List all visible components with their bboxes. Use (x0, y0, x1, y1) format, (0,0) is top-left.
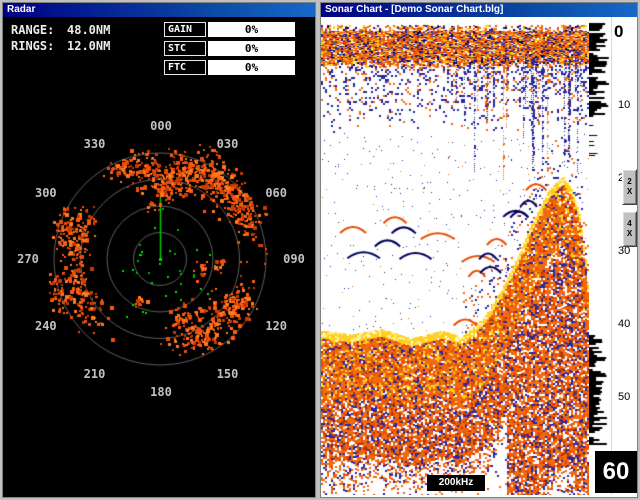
sonar-waterfall[interactable] (321, 17, 589, 495)
ftc-button[interactable]: FTC (164, 60, 206, 75)
sonar-pane: Sonar Chart - [Demo Sonar Chart.blg] 0 1… (320, 2, 638, 498)
depth-readout: 60 (595, 451, 637, 493)
radar-title: Radar (7, 4, 35, 15)
stc-value[interactable]: 0% (208, 41, 295, 56)
app-window: Radar RANGE:48.0NMRINGS:12.0NM GAIN0%STC… (0, 0, 640, 500)
a-scope-display (589, 17, 611, 495)
ftc-value[interactable]: 0% (208, 60, 295, 75)
radar-pane: Radar RANGE:48.0NMRINGS:12.0NM GAIN0%STC… (2, 2, 316, 498)
sonar-title: Sonar Chart - [Demo Sonar Chart.blg] (325, 4, 503, 15)
gain-button[interactable]: GAIN (164, 22, 206, 37)
radar-control-row: FTC0% (164, 60, 295, 75)
stc-button[interactable]: STC (164, 41, 206, 56)
depth-tick-label: 40 (618, 318, 636, 330)
zoom-4x-button[interactable]: 4X (622, 211, 637, 247)
radar-info-row: RANGE:48.0NM (11, 22, 110, 38)
depth-tick-label: 50 (618, 391, 636, 403)
depth-scale-zero-label: 0 (614, 22, 623, 42)
radar-info-label: RANGE: (11, 22, 67, 38)
radar-control-row: STC0% (164, 41, 295, 56)
depth-tick-label: 10 (618, 99, 636, 111)
zoom-2x-button[interactable]: 2X (622, 169, 637, 205)
radar-info-value: 48.0NM (67, 22, 110, 38)
radar-info-row: RINGS:12.0NM (11, 38, 110, 54)
radar-controls: GAIN0%STC0%FTC0% (164, 22, 295, 79)
gain-value[interactable]: 0% (208, 22, 295, 37)
radar-control-row: GAIN0% (164, 22, 295, 37)
radar-info: RANGE:48.0NMRINGS:12.0NM (11, 22, 110, 54)
sonar-title-bar[interactable]: Sonar Chart - [Demo Sonar Chart.blg] (321, 3, 637, 17)
radar-info-label: RINGS: (11, 38, 67, 54)
radar-title-bar[interactable]: Radar (3, 3, 315, 17)
depth-scale: 0 1020304050 (611, 17, 637, 495)
frequency-label: 200kHz (427, 475, 485, 491)
radar-info-value: 12.0NM (67, 38, 110, 54)
radar-scope[interactable] (3, 17, 315, 497)
